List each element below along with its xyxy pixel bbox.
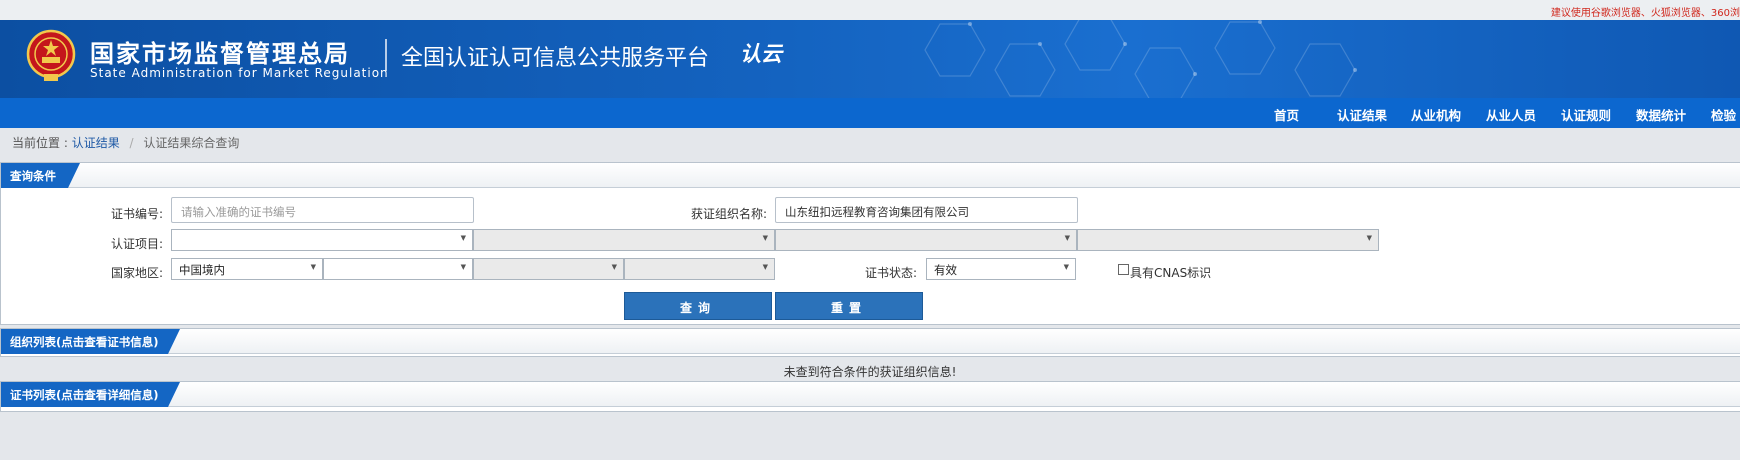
region-select-province[interactable]: ▼ [323, 258, 473, 280]
chevron-down-icon: ▼ [460, 234, 466, 242]
region-value: 中国境内 [179, 263, 225, 277]
org-list-title: 组织列表(点击查看证书信息) [1, 329, 180, 354]
platform-logo: 认云 [740, 42, 782, 66]
breadcrumb-prefix: 当前位置 : [12, 136, 68, 150]
cnas-checkbox-label: 具有CNAS标识 [1130, 266, 1212, 280]
org-name-en: State Administration for Market Regulati… [90, 66, 389, 80]
breadcrumb-current: 认证结果综合查询 [143, 136, 240, 150]
chevron-down-icon: ▼ [611, 263, 617, 271]
chevron-down-icon: ▼ [1366, 234, 1372, 242]
nav-home[interactable]: 首页 [1274, 105, 1299, 124]
cert-project-select-2[interactable]: ▼ [473, 229, 775, 251]
hexagon-pattern-decoration [924, 20, 1357, 98]
query-button[interactable]: 查询 [624, 292, 772, 320]
region-select-district[interactable]: ▼ [624, 258, 775, 280]
nav-statistics[interactable]: 数据统计 [1636, 105, 1686, 124]
region-select-city[interactable]: ▼ [473, 258, 624, 280]
cert-list-title: 证书列表(点击查看详细信息) [1, 382, 180, 407]
region-label: 国家地区: [110, 266, 163, 280]
header-banner: 国家市场监督管理总局 State Administration for Mark… [0, 20, 1740, 98]
reset-button[interactable]: 重置 [775, 292, 923, 320]
cert-list-panel-header: 证书列表(点击查看详细信息) [1, 382, 1740, 407]
chevron-down-icon: ▼ [460, 263, 466, 271]
cnas-checkbox[interactable] [1118, 264, 1129, 275]
breadcrumb-separator: / [129, 136, 134, 150]
breadcrumb: 当前位置 : 认证结果 / 认证结果综合查询 [12, 134, 239, 151]
org-list-empty-message: 未查到符合条件的获证组织信息! [783, 365, 957, 379]
nav-cert-results[interactable]: 认证结果 [1337, 105, 1387, 124]
cert-no-input[interactable]: 请输入准确的证书编号 [171, 197, 474, 223]
national-emblem-icon [26, 29, 76, 81]
cert-list-panel: 证书列表(点击查看详细信息) [0, 381, 1740, 412]
org-name-input[interactable]: 山东纽扣远程教育咨询集团有限公司 [775, 197, 1078, 223]
platform-title: 全国认证认可信息公共服务平台 [401, 46, 710, 71]
browser-recommendation-bar: 建议使用谷歌浏览器、火狐浏览器、360浏 [0, 0, 1740, 20]
query-panel: 查询条件 证书编号: 请输入准确的证书编号 获证组织名称: 山东纽扣远程教育咨询… [0, 162, 1740, 325]
cert-project-label: 认证项目: [110, 237, 163, 251]
cert-project-select-1[interactable]: ▼ [171, 229, 473, 251]
chevron-down-icon: ▼ [762, 263, 768, 271]
chevron-down-icon: ▼ [310, 263, 316, 271]
nav-rules[interactable]: 认证规则 [1561, 105, 1611, 124]
org-list-panel: 组织列表(点击查看证书信息) [0, 328, 1740, 357]
cert-no-label: 证书编号: [110, 207, 163, 221]
nav-institutions[interactable]: 从业机构 [1411, 105, 1461, 124]
region-select-country[interactable]: 中国境内 ▼ [171, 258, 323, 280]
cert-project-select-4[interactable]: ▼ [1077, 229, 1379, 251]
cert-status-select[interactable]: 有效 ▼ [926, 258, 1076, 280]
nav-personnel[interactable]: 从业人员 [1486, 105, 1536, 124]
query-panel-title: 查询条件 [1, 163, 80, 188]
chevron-down-icon: ▼ [1064, 234, 1070, 242]
breadcrumb-link-cert-results[interactable]: 认证结果 [72, 136, 120, 150]
chevron-down-icon: ▼ [762, 234, 768, 242]
query-panel-header: 查询条件 [1, 163, 1740, 188]
org-name-cn: 国家市场监督管理总局 [90, 40, 350, 68]
org-list-panel-header: 组织列表(点击查看证书信息) [1, 329, 1740, 354]
cert-status-label: 证书状态: [864, 266, 917, 280]
nav-inspection[interactable]: 检验 [1711, 105, 1736, 124]
chevron-down-icon: ▼ [1063, 263, 1069, 271]
org-name-label: 获证组织名称: [690, 207, 767, 221]
cert-status-value: 有效 [934, 263, 957, 277]
main-nav: 首页 认证结果 从业机构 从业人员 认证规则 数据统计 检验 [0, 98, 1740, 128]
header-divider [385, 39, 387, 71]
browser-recommendation-text: 建议使用谷歌浏览器、火狐浏览器、360浏 [1550, 8, 1740, 19]
cert-project-select-3[interactable]: ▼ [775, 229, 1077, 251]
